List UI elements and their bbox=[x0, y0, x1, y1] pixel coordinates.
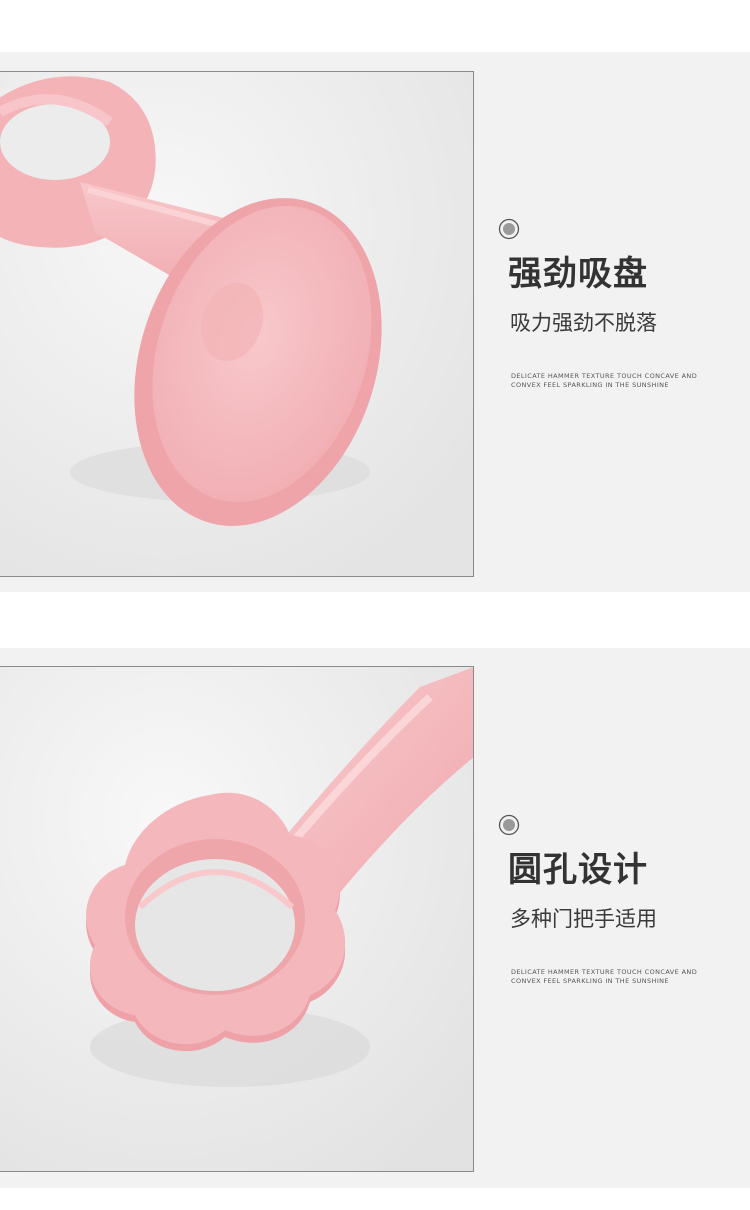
feature-description: DELICATE HAMMER TEXTURE TOUCH CONCAVE AN… bbox=[511, 372, 698, 389]
product-photo-suction-cup bbox=[0, 71, 474, 577]
flower-ring-illustration bbox=[0, 667, 473, 1171]
feature-subtitle: 多种门把手适用 bbox=[510, 907, 657, 931]
feature-block-suction: 强劲吸盘 吸力强劲不脱落 DELICATE HAMMER TEXTURE TOU… bbox=[498, 218, 738, 390]
feature-block-round-hole: 圆孔设计 多种门把手适用 DELICATE HAMMER TEXTURE TOU… bbox=[498, 814, 738, 986]
feature-title: 强劲吸盘 bbox=[508, 254, 648, 294]
target-ring-icon bbox=[498, 814, 520, 836]
feature-title: 圆孔设计 bbox=[508, 850, 648, 890]
suction-cup-illustration bbox=[0, 72, 473, 576]
feature-subtitle: 吸力强劲不脱落 bbox=[510, 311, 657, 335]
feature-description: DELICATE HAMMER TEXTURE TOUCH CONCAVE AN… bbox=[511, 968, 698, 985]
product-photo-round-hole bbox=[0, 666, 474, 1172]
target-ring-icon bbox=[498, 218, 520, 240]
